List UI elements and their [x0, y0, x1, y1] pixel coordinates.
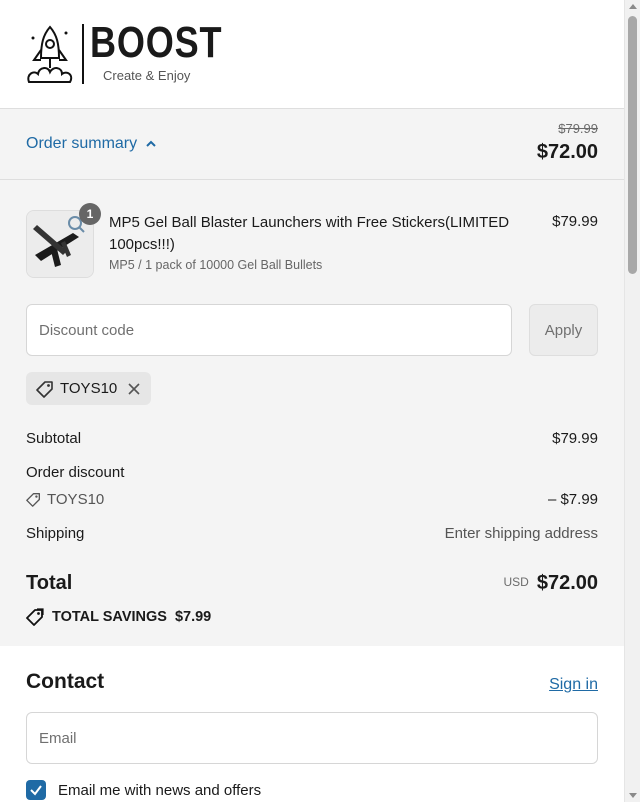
email-placeholder: Email	[39, 729, 77, 747]
brand-name: BOOST	[90, 18, 223, 67]
chevron-up-icon	[146, 140, 156, 147]
header: BOOST Create & Enjoy	[0, 0, 624, 109]
order-summary-bar: Order summary $79.99 $72.00	[0, 109, 624, 180]
applied-discount-code: TOYS10	[60, 380, 118, 397]
tag-icon	[36, 380, 53, 398]
total-value: $72.00	[536, 572, 598, 594]
tag-icon	[26, 493, 40, 507]
subtotal-row: Subtotal $79.99	[26, 430, 598, 447]
savings-value: $7.99	[174, 609, 212, 625]
discount-code-placeholder: Discount code	[39, 321, 135, 339]
subtotal-value: $79.99	[552, 430, 598, 447]
shipping-label: Shipping	[26, 525, 85, 542]
shipping-value: Enter shipping address	[444, 525, 598, 542]
discount-detail-code: TOYS10	[47, 491, 105, 508]
remove-discount-icon[interactable]	[127, 382, 141, 396]
savings-tag-icon	[26, 608, 44, 626]
scroll-up-icon[interactable]	[629, 4, 637, 9]
product-variant: MP5 / 1 pack of 10000 Gel Ball Bullets	[109, 258, 323, 272]
original-price: $79.99	[558, 121, 598, 136]
discount-detail-row: TOYS10 – $7.99	[26, 491, 598, 508]
email-field[interactable]: Email	[26, 712, 598, 764]
scroll-down-icon[interactable]	[629, 793, 637, 798]
logo-divider	[82, 24, 84, 84]
scrollbar-thumb[interactable]	[628, 16, 637, 274]
product-price: $79.99	[552, 213, 598, 230]
order-summary-toggle[interactable]: Order summary	[26, 135, 157, 153]
total-amount: USD $72.00	[503, 572, 598, 595]
subtotal-label: Subtotal	[26, 430, 82, 447]
discount-detail: TOYS10	[26, 491, 104, 508]
order-summary-label: Order summary	[26, 135, 138, 152]
order-discount-label: Order discount	[26, 464, 125, 481]
savings-label: TOTAL SAVINGS	[52, 609, 167, 625]
order-summary: 1 MP5 Gel Ball Blaster Launchers with Fr…	[0, 180, 624, 647]
product-name: MP5 Gel Ball Blaster Launchers with Free…	[109, 214, 510, 253]
applied-discount-chip: TOYS10	[26, 372, 152, 405]
brand-tagline: Create & Enjoy	[103, 68, 191, 83]
checkmark-icon	[30, 785, 42, 796]
checkout-page: BOOST Create & Enjoy Order summary $79.9…	[0, 0, 624, 802]
newsletter-option[interactable]: Email me with news and offers	[26, 780, 261, 800]
sign-in-link[interactable]: Sign in	[549, 676, 598, 694]
currency-code: USD	[503, 575, 529, 589]
current-price: $72.00	[536, 141, 598, 163]
total-label: Total	[26, 572, 73, 594]
contact-title: Contact	[26, 670, 105, 693]
total-row: Total USD $72.00	[26, 572, 598, 595]
order-discount-row: Order discount	[26, 464, 598, 481]
newsletter-label: Email me with news and offers	[58, 781, 262, 799]
apply-discount-button[interactable]: Apply	[529, 304, 598, 356]
scrollbar[interactable]	[624, 0, 640, 802]
quantity-badge: 1	[79, 203, 101, 225]
discount-code-input[interactable]: Discount code	[26, 304, 512, 356]
discount-value: – $7.99	[547, 491, 598, 508]
shipping-row: Shipping Enter shipping address	[26, 525, 598, 542]
rocket-logo-icon	[27, 25, 73, 83]
newsletter-checkbox[interactable]	[26, 780, 46, 800]
total-savings: TOTAL SAVINGS $7.99	[26, 608, 211, 626]
contact-section: Contact Sign in Email Email me with news…	[0, 646, 624, 802]
